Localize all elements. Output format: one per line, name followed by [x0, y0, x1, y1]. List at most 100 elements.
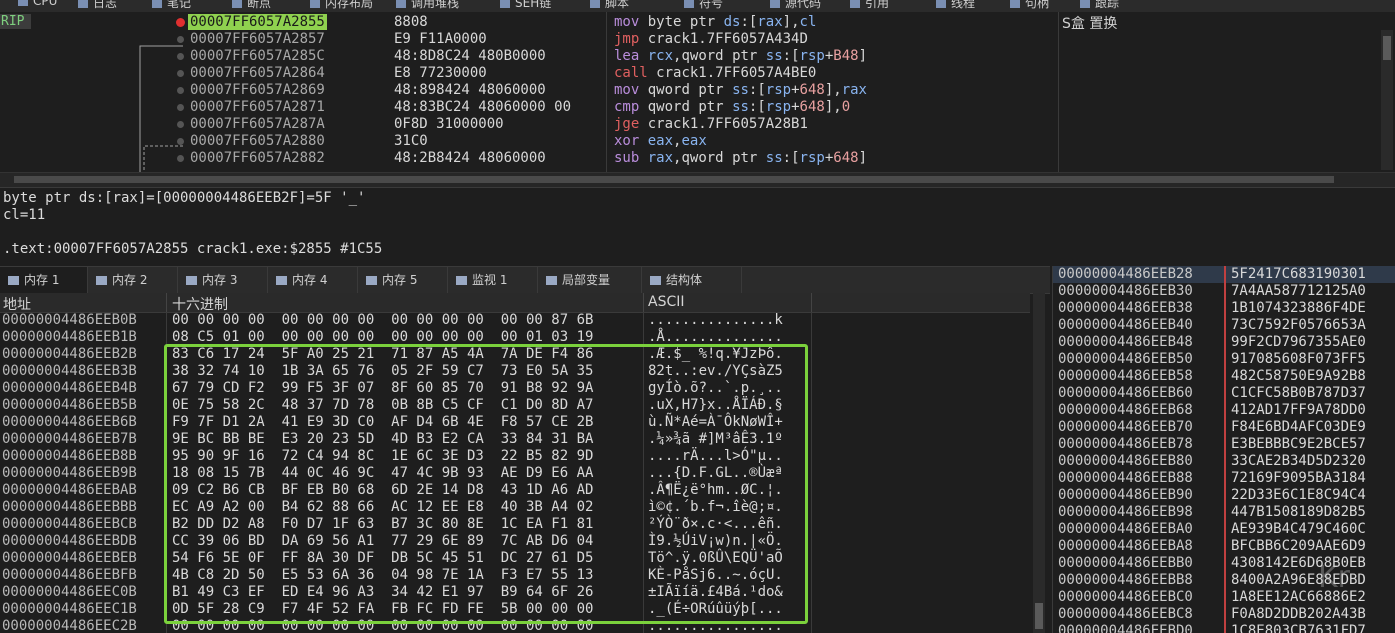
- disasm-horizontal-scrollbar[interactable]: [0, 172, 1395, 187]
- disasm-bytes: E8 77230000: [394, 65, 487, 81]
- memory-tab-label: 内存 4: [292, 273, 328, 287]
- address-column-header[interactable]: 地址: [3, 294, 31, 314]
- top-tab-label: 源代码: [785, 0, 822, 10]
- memory-tab[interactable]: 内存 4: [268, 267, 358, 293]
- tab-icon: [18, 0, 28, 6]
- stack-address: 00000004486EEB70: [1058, 419, 1193, 435]
- top-tab[interactable]: 线程: [936, 0, 975, 12]
- top-tab[interactable]: 调用堆栈: [396, 0, 459, 12]
- stack-address: 00000004486EEBB8: [1058, 572, 1193, 588]
- mnemonic: jge: [614, 116, 640, 132]
- info-operand-line: byte ptr ds:[rax]=[00000004486EEB2F]=5F …: [3, 190, 366, 206]
- disasm-bytes: 48:2B8424 48060000: [394, 150, 546, 166]
- hex-row-address: 00000004486EEB8B: [2, 448, 137, 464]
- hex-row-address: 00000004486EEBDB: [2, 533, 137, 549]
- disasm-row[interactable]: 00007FF6057A2871 48:83BC24 48060000 00 cmp…: [0, 99, 1380, 116]
- breakpoint-slot-icon[interactable]: [177, 36, 184, 43]
- top-tab[interactable]: 脚本: [590, 0, 629, 12]
- stack-value: 917085608F073FF5: [1231, 351, 1366, 367]
- memory-tab[interactable]: 内存 2: [88, 267, 178, 293]
- hex-row-address: 00000004486EEBCB: [2, 516, 137, 532]
- hex-row-address: 00000004486EEC2B: [2, 618, 137, 633]
- breakpoint-slot-icon[interactable]: [177, 121, 184, 128]
- disasm-row[interactable]: 00007FF6057A287A 0F8D 31000000 jge crack1.…: [0, 116, 1380, 133]
- hex-row-address: 00000004486EEBBB: [2, 499, 137, 515]
- operands: qword ptr ss:[rsp+648],0: [647, 99, 851, 115]
- disasm-row[interactable]: 00007FF6057A2869 48:898424 48060000 mov qw…: [0, 82, 1380, 99]
- memory-tab[interactable]: 结构体: [642, 267, 742, 293]
- mnemonic: lea: [614, 48, 640, 64]
- stack-address: 00000004486EEB48: [1058, 334, 1193, 350]
- disasm-address: 00007FF6057A2880: [190, 133, 325, 149]
- top-tab-label: SEH链: [515, 0, 552, 10]
- disasm-row[interactable]: 00007FF6057A2880 31C0 xor eax,eax: [0, 133, 1380, 150]
- top-tab[interactable]: 引用: [850, 0, 889, 12]
- hex-row-address: 00000004486EEB0B: [2, 312, 137, 328]
- hex-vertical-scrollbar[interactable]: [1033, 293, 1045, 633]
- top-tab[interactable]: 符号: [684, 0, 723, 12]
- breakpoint-slot-icon[interactable]: [177, 70, 184, 77]
- breakpoint-slot-icon[interactable]: [177, 138, 184, 145]
- stack-address: 00000004486EEB58: [1058, 368, 1193, 384]
- ascii-column-header[interactable]: ASCII: [648, 294, 685, 310]
- disasm-row[interactable]: 00007FF6057A285C 48:8D8C24 480B0000 lea rc…: [0, 48, 1380, 65]
- top-tab[interactable]: 断点: [232, 0, 271, 12]
- disasm-address: 00007FF6057A2869: [190, 82, 325, 98]
- breakpoint-slot-icon[interactable]: [177, 155, 184, 162]
- hex-row-address: 00000004486EEB1B: [2, 329, 137, 345]
- mnemonic: sub: [614, 150, 640, 166]
- breakpoint-slot-icon[interactable]: [177, 104, 184, 111]
- stack-address: 00000004486EEBB0: [1058, 555, 1193, 571]
- disasm-instruction: jmp crack1.7FF6057A434D: [614, 31, 808, 48]
- top-tab-label: 引用: [865, 0, 890, 10]
- breakpoint-slot-icon[interactable]: [177, 53, 184, 60]
- top-tab[interactable]: 笔记: [152, 0, 191, 12]
- breakpoint-slot-icon[interactable]: [177, 87, 184, 94]
- disasm-address: 00007FF6057A285C: [190, 48, 325, 64]
- disasm-row[interactable]: 00007FF6057A2857 E9 F11A0000 jmp crack1.7F…: [0, 31, 1380, 48]
- top-tab[interactable]: 内存布局: [310, 0, 373, 12]
- stack-address: 00000004486EEB60: [1058, 385, 1193, 401]
- disasm-bytes: E9 F11A0000: [394, 31, 487, 47]
- tab-icon: [276, 276, 287, 285]
- memory-tab[interactable]: 内存 3: [178, 267, 268, 293]
- stack-value: 1C8E803CB7631FD7: [1231, 623, 1366, 633]
- tab-icon: [152, 0, 162, 8]
- stack-value: BFCBB6C209AAE6D9: [1231, 538, 1366, 554]
- comment-panel-title: S盒 置换: [1062, 16, 1118, 32]
- disassembly-view[interactable]: RIP 00007FF6057A2855 8808 mov byte ptr ds:…: [0, 12, 1395, 172]
- stack-value: 447B1508189D82B5: [1231, 504, 1366, 520]
- hex-row-address: 00000004486EEB6B: [2, 414, 137, 430]
- disasm-row[interactable]: 00007FF6057A2855 8808 mov byte ptr ds:[rax…: [0, 14, 1380, 31]
- tab-icon: [770, 0, 780, 8]
- top-tab[interactable]: 句柄: [1010, 0, 1049, 12]
- tab-icon: [396, 0, 406, 8]
- hex-row-bytes: 00 00 00 00 00 00 00 00 00 00 00 00 00 0…: [172, 312, 594, 328]
- top-tab[interactable]: CPU: [18, 0, 57, 12]
- disasm-vertical-scrollbar[interactable]: [1381, 30, 1393, 170]
- top-tab[interactable]: 源代码: [770, 0, 821, 12]
- memory-tab[interactable]: 局部变量: [538, 267, 642, 293]
- memory-tab-label: 局部变量: [562, 273, 611, 287]
- operands: eax,eax: [647, 133, 707, 149]
- tab-icon: [310, 0, 320, 8]
- disasm-row[interactable]: 00007FF6057A2864 E8 77230000 call crack1.7…: [0, 65, 1380, 82]
- stack-value: 412AD17FF9A78DD0: [1231, 402, 1366, 418]
- top-tab[interactable]: 日志: [78, 0, 117, 12]
- mnemonic: call: [614, 65, 648, 81]
- breakpoint-icon[interactable]: [176, 18, 185, 27]
- memory-tab[interactable]: 内存 5: [358, 267, 448, 293]
- memory-tab[interactable]: 监视 1: [448, 267, 538, 293]
- top-tab-label: 断点: [247, 0, 272, 10]
- top-tab[interactable]: SEH链: [500, 0, 551, 12]
- hex-column-header[interactable]: 十六进制: [172, 294, 228, 314]
- stack-address: 00000004486EEBC0: [1058, 589, 1193, 605]
- stack-address: 00000004486EEB88: [1058, 470, 1193, 486]
- memory-tab[interactable]: 内存 1: [0, 267, 88, 293]
- disasm-row[interactable]: 00007FF6057A2882 48:2B8424 48060000 sub ra…: [0, 150, 1380, 167]
- top-tab[interactable]: 跟踪: [1080, 0, 1119, 12]
- hex-row[interactable]: 00000004486EEB0B 00 00 00 00 00 00 00 00 …: [0, 312, 1030, 329]
- stack-address: 00000004486EEB50: [1058, 351, 1193, 367]
- top-tab-label: CPU: [33, 0, 58, 8]
- hex-row-address: 00000004486EEBAB: [2, 482, 137, 498]
